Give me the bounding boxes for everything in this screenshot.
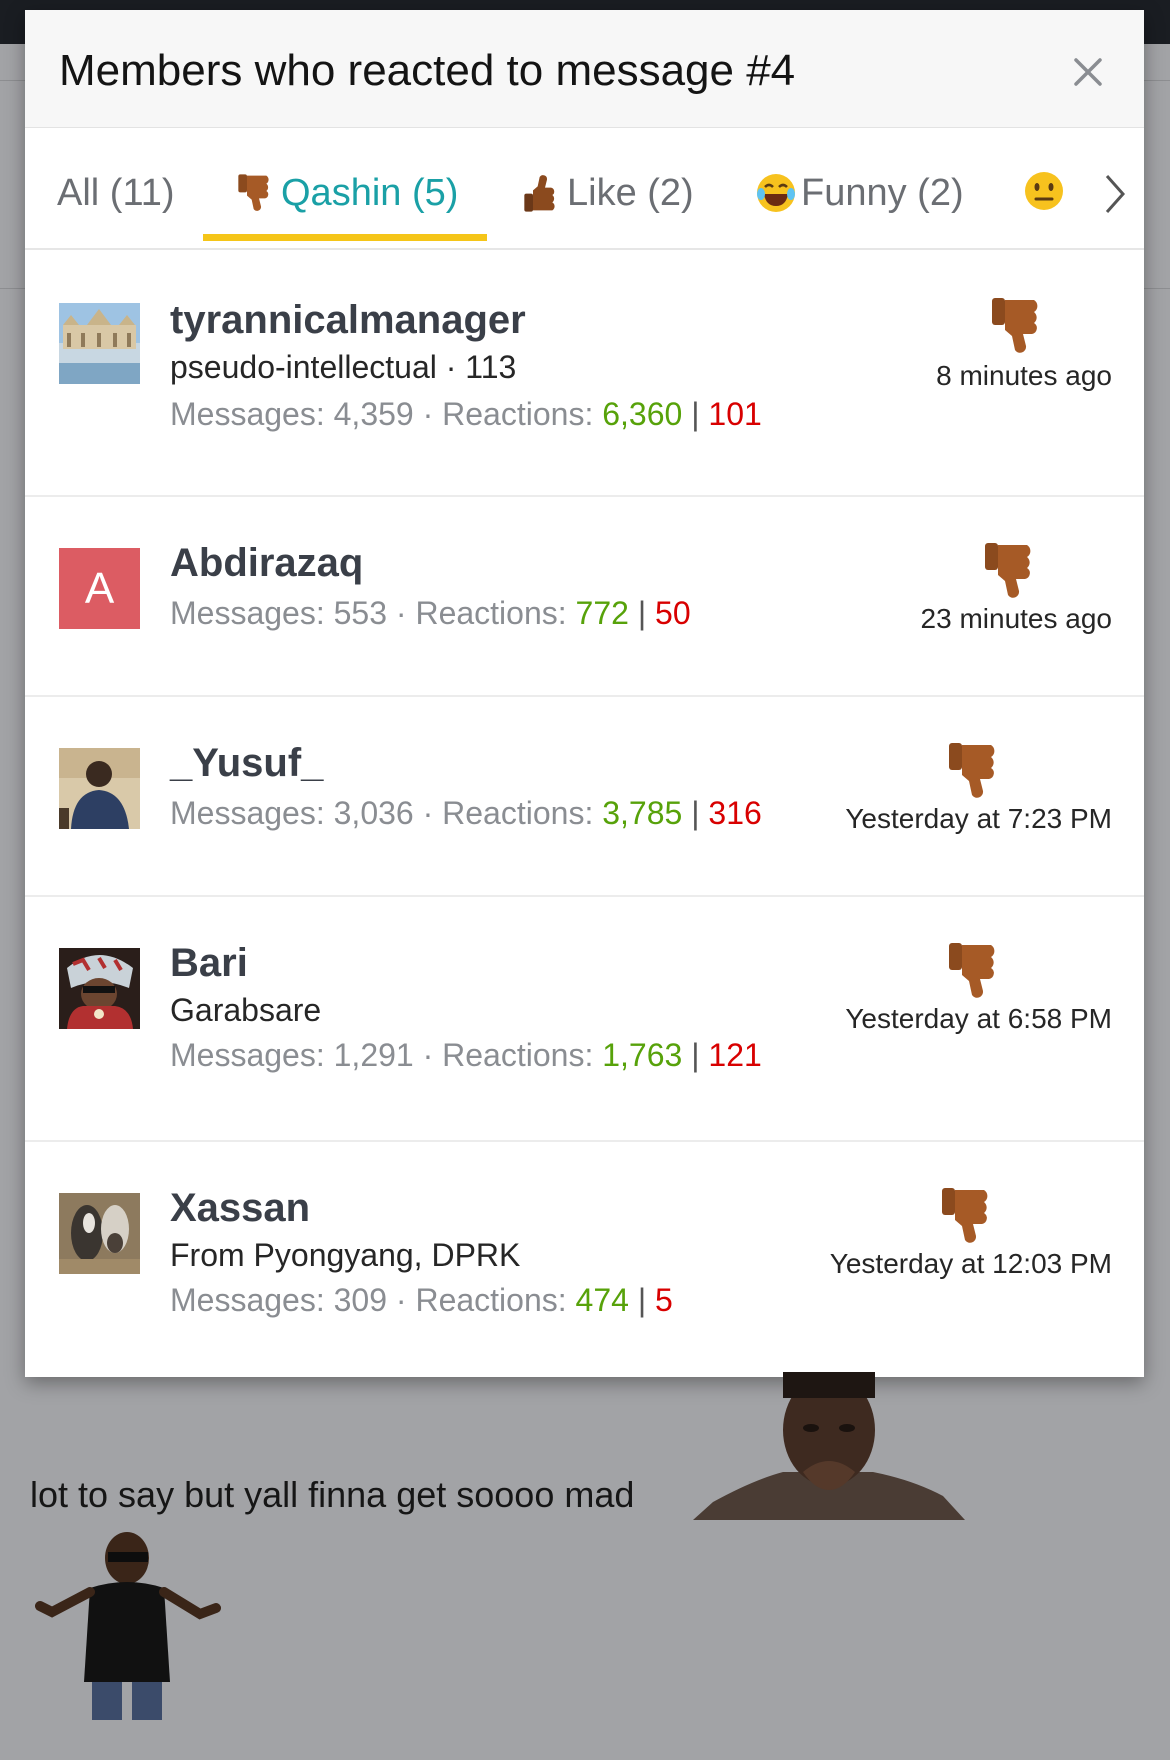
tab-funny[interactable]: Funny (2) bbox=[755, 168, 964, 218]
reaction-time: Yesterday at 6:58 PM bbox=[845, 1003, 1112, 1034]
tab-all[interactable]: All (11) bbox=[57, 168, 175, 218]
separator: | bbox=[691, 396, 709, 432]
tab-neutral[interactable] bbox=[1023, 170, 1065, 217]
reaction-tabs: All (11) Qashin (5) Like (2) Funny (2) bbox=[25, 130, 1144, 250]
username[interactable]: _Yusuf_ bbox=[170, 741, 323, 786]
separator: | bbox=[637, 1282, 656, 1318]
tab-funny-label: Funny (2) bbox=[801, 171, 964, 214]
tab-qashin[interactable]: Qashin (5) bbox=[237, 168, 458, 218]
modal-header: Members who reacted to message #4 bbox=[25, 10, 1144, 128]
reaction-time: Yesterday at 7:23 PM bbox=[845, 803, 1112, 834]
messages-count: 1,291 bbox=[333, 1037, 414, 1073]
reactions-negative: 316 bbox=[708, 795, 762, 831]
reactions-negative: 50 bbox=[655, 595, 691, 631]
user-title: pseudo-intellectual · 113 bbox=[170, 349, 517, 385]
reactions-negative: 121 bbox=[708, 1037, 762, 1073]
messages-count: 553 bbox=[333, 595, 388, 631]
separator: · bbox=[422, 396, 443, 432]
list-item: Bari Garabsare Messages: 1,291 · Reactio… bbox=[25, 897, 1144, 1142]
username[interactable]: tyrannicalmanager bbox=[170, 298, 526, 343]
avatar[interactable] bbox=[59, 748, 140, 829]
person-photo-avatar bbox=[59, 748, 140, 829]
thumbs-down-icon bbox=[949, 943, 995, 998]
reaction-gif-image bbox=[693, 1372, 965, 1520]
reactions-label: Reactions: bbox=[442, 396, 594, 432]
reactions-label: Reactions: bbox=[442, 795, 594, 831]
username[interactable]: Bari bbox=[170, 941, 248, 986]
animals-photo-avatar bbox=[59, 1193, 140, 1274]
messages-count: 309 bbox=[333, 1282, 388, 1318]
messages-label: Messages: bbox=[170, 396, 325, 432]
user-title: Garabsare bbox=[170, 992, 322, 1028]
thumbs-down-icon bbox=[238, 174, 269, 211]
reactions-positive: 6,360 bbox=[602, 396, 683, 432]
avatar[interactable]: A bbox=[59, 548, 140, 629]
username[interactable]: Xassan bbox=[170, 1186, 310, 1231]
messages-label: Messages: bbox=[170, 1037, 325, 1073]
avatar[interactable] bbox=[59, 303, 140, 384]
tab-all-label: All (11) bbox=[57, 171, 175, 214]
separator: · bbox=[395, 595, 416, 631]
separator: · bbox=[422, 795, 443, 831]
separator: · bbox=[395, 1282, 416, 1318]
separator: | bbox=[691, 1037, 709, 1073]
modal-title: Members who reacted to message #4 bbox=[59, 46, 796, 95]
list-item: A Abdirazaq Messages: 553 · Reactions: 7… bbox=[25, 497, 1144, 697]
messages-count: 4,359 bbox=[333, 396, 414, 432]
user-stats: Messages: 4,359 · Reactions: 6,360 | 101 bbox=[170, 396, 762, 433]
mosque-photo-avatar bbox=[59, 303, 140, 384]
tabs-scroll-next-button[interactable] bbox=[1103, 172, 1127, 221]
reaction-time: 23 minutes ago bbox=[920, 603, 1112, 634]
close-icon bbox=[1074, 58, 1102, 86]
separator: · bbox=[422, 1037, 443, 1073]
chevron-right-icon bbox=[1105, 175, 1126, 213]
reactions-positive: 3,785 bbox=[602, 795, 683, 831]
reactions-negative: 101 bbox=[708, 396, 762, 432]
shrug-gif-image bbox=[35, 1532, 221, 1720]
user-stats: Messages: 309 · Reactions: 474 | 5 bbox=[170, 1282, 673, 1319]
avatar[interactable] bbox=[59, 1193, 140, 1274]
reactions-label: Reactions: bbox=[415, 1282, 567, 1318]
laughing-face-icon bbox=[757, 174, 795, 212]
list-item: _Yusuf_ Messages: 3,036 · Reactions: 3,7… bbox=[25, 697, 1144, 897]
reactions-positive: 772 bbox=[575, 595, 629, 631]
thumbs-up-icon bbox=[524, 175, 555, 212]
messages-count: 3,036 bbox=[333, 795, 414, 831]
reaction-time: 8 minutes ago bbox=[936, 360, 1112, 391]
messages-label: Messages: bbox=[170, 795, 325, 831]
reactions-positive: 1,763 bbox=[602, 1037, 683, 1073]
avatar-letter: A bbox=[84, 563, 115, 613]
user-stats: Messages: 553 · Reactions: 772 | 50 bbox=[170, 595, 691, 632]
reaction-time: Yesterday at 12:03 PM bbox=[829, 1248, 1112, 1279]
neutral-face-icon bbox=[1025, 172, 1063, 210]
active-tab-indicator bbox=[203, 234, 487, 241]
thumbs-down-icon bbox=[985, 543, 1031, 598]
list-item: Xassan From Pyongyang, DPRK Messages: 30… bbox=[25, 1142, 1144, 1377]
user-stats: Messages: 1,291 · Reactions: 1,763 | 121 bbox=[170, 1037, 762, 1074]
close-button[interactable] bbox=[1066, 50, 1110, 94]
thumbs-down-icon bbox=[949, 743, 995, 798]
reactions-label: Reactions: bbox=[415, 595, 567, 631]
user-title: From Pyongyang, DPRK bbox=[170, 1237, 521, 1273]
avatar[interactable] bbox=[59, 948, 140, 1029]
reactions-negative: 5 bbox=[655, 1282, 673, 1318]
tab-like[interactable]: Like (2) bbox=[523, 168, 694, 218]
post-text: lot to say but yall finna get soooo mad bbox=[30, 1474, 635, 1515]
messages-label: Messages: bbox=[170, 595, 325, 631]
thumbs-down-icon bbox=[992, 298, 1038, 353]
tab-like-label: Like (2) bbox=[567, 171, 694, 214]
user-stats: Messages: 3,036 · Reactions: 3,785 | 316 bbox=[170, 795, 762, 832]
smoking-man-avatar bbox=[59, 948, 140, 1029]
separator: | bbox=[637, 595, 656, 631]
reactions-label: Reactions: bbox=[442, 1037, 594, 1073]
reactions-modal: Members who reacted to message #4 All (1… bbox=[25, 10, 1144, 1377]
reactions-positive: 474 bbox=[575, 1282, 629, 1318]
list-item: tyrannicalmanager pseudo-intellectual · … bbox=[25, 252, 1144, 497]
username[interactable]: Abdirazaq bbox=[170, 541, 363, 586]
tab-qashin-label: Qashin (5) bbox=[281, 171, 459, 214]
thumbs-down-icon bbox=[942, 1188, 988, 1243]
separator: | bbox=[691, 795, 709, 831]
messages-label: Messages: bbox=[170, 1282, 325, 1318]
